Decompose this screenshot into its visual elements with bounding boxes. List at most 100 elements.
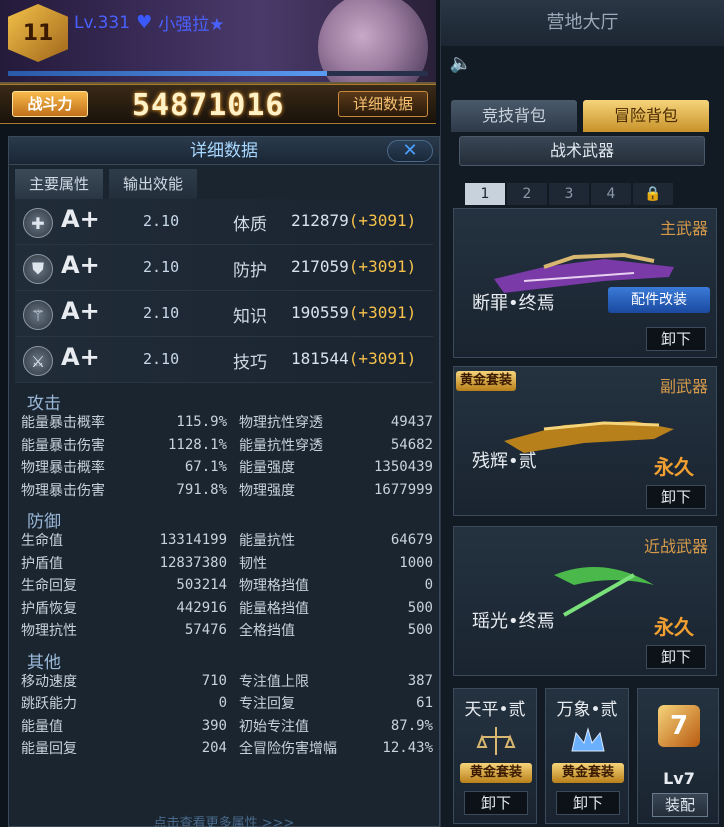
slot-item-name: 万象•贰: [556, 700, 618, 720]
attribute-grade: A+: [61, 251, 100, 279]
stat-value: 1350439: [373, 459, 433, 476]
stat-row: 能量暴击概率 115.9% 物理抗性穿透 49437: [21, 411, 433, 434]
attribute-value: 190559(+3091): [291, 303, 416, 322]
stat-row: 护盾值 12837380 韧性 1000: [21, 552, 433, 575]
attribute-bonus: (+3091): [348, 303, 417, 322]
attribute-grade: A+: [61, 205, 100, 233]
stat-value: 57476: [184, 622, 227, 639]
speaker-icon[interactable]: 🔈: [447, 50, 475, 78]
detail-data-panel: 详细数据 ✕ 主要属性 输出效能 ✚ A+ 2.10 体质 212879(+30…: [8, 136, 440, 827]
stat-value: 500: [407, 622, 433, 639]
detail-tabs: 主要属性 输出效能: [9, 165, 439, 199]
more-attributes-link[interactable]: 点击查看更多属性 >>>: [8, 812, 440, 827]
attribute-row: ⚔ A+ 2.10 技巧 181544(+3091): [15, 337, 433, 383]
attribute-base: 190559: [291, 303, 349, 322]
stat-value: 1128.1%: [167, 436, 227, 453]
gold-set-badge: 黄金套装: [552, 763, 624, 783]
stat-label: 全冒险伤害增幅: [239, 741, 337, 758]
attribute-grade: A+: [61, 343, 100, 371]
player-banner: 11 Lv.331 ♥ 小强拉★: [0, 0, 436, 84]
page-tab-3[interactable]: 3: [549, 183, 589, 205]
rank-badge-number: 11: [22, 20, 54, 46]
secondary-weapon-card[interactable]: 黄金套装 副武器 残辉•贰 永久 卸下: [453, 366, 717, 516]
stat-label: 能量值: [21, 718, 63, 735]
page-tab-1[interactable]: 1: [465, 183, 505, 205]
stat-label: 物理暴击伤害: [21, 482, 105, 499]
stat-value: 390: [201, 717, 227, 734]
plus-circle-icon: ✚: [23, 208, 53, 238]
weapon-name: 断罪•终焉: [472, 293, 555, 314]
stat-value: 61: [416, 695, 433, 712]
level-slot[interactable]: 7 Lv7 装配: [637, 688, 719, 824]
tab-pvp-bag[interactable]: 竞技背包: [451, 100, 577, 132]
stat-label: 全格挡值: [239, 623, 295, 640]
player-info: Lv.331 ♥ 小强拉★: [74, 10, 224, 35]
stat-label: 移动速度: [21, 673, 77, 690]
attribute-grade: A+: [61, 297, 100, 325]
stat-row: 物理暴击概率 67.1% 能量强度 1350439: [21, 456, 433, 479]
slot-item-name: 天平•贰: [464, 700, 526, 720]
stat-label: 生命值: [21, 533, 63, 550]
stat-label: 能量格挡值: [239, 600, 309, 617]
stat-label: 跳跃能力: [21, 696, 77, 713]
primary-weapon-card[interactable]: 主武器 断罪•终焉 配件改装 卸下: [453, 208, 717, 358]
unequip-button[interactable]: 卸下: [556, 791, 620, 815]
stat-value: 64679: [390, 532, 433, 549]
lock-icon: 🔒: [633, 183, 673, 205]
unequip-button[interactable]: 卸下: [646, 485, 706, 509]
section-title: 防御: [27, 512, 61, 532]
equipment-slot[interactable]: 万象•贰 黄金套装 卸下: [545, 688, 629, 824]
attribute-name: 防护: [233, 261, 267, 281]
stat-row: 物理暴击伤害 791.8% 物理强度 1677999: [21, 479, 433, 502]
tab-output-efficiency[interactable]: 输出效能: [109, 169, 198, 199]
tactical-weapon-button[interactable]: 战术武器: [459, 136, 705, 166]
weapon-type-label: 近战武器: [643, 537, 708, 556]
stat-label: 物理格挡值: [239, 578, 309, 595]
stat-label: 能量抗性: [239, 533, 295, 550]
melee-weapon-card[interactable]: 近战武器 瑶光•终焉 永久 卸下: [453, 526, 717, 676]
stat-label: 物理抗性穿透: [239, 415, 323, 432]
stat-value: 87.9%: [390, 717, 433, 734]
stat-label: 韧性: [239, 555, 267, 572]
stat-grid: 生命值 13314199 能量抗性 64679 护盾值 12837380 韧性 1000 生命回…: [21, 529, 433, 642]
magic-wand-icon: ⚚: [23, 300, 53, 330]
attribute-bonus: (+3091): [348, 257, 417, 276]
libra-icon: [476, 727, 516, 755]
level-text: Lv7: [663, 769, 695, 788]
stat-label: 物理抗性: [21, 623, 77, 640]
page-tab-4[interactable]: 4: [591, 183, 631, 205]
stat-value: 12837380: [159, 554, 227, 571]
stat-value: 0: [218, 695, 227, 712]
unequip-button[interactable]: 卸下: [646, 327, 706, 351]
attribute-row: ✚ A+ 2.10 体质 212879(+3091): [15, 199, 433, 245]
attachment-mod-button[interactable]: 配件改装: [608, 287, 710, 313]
unequip-button[interactable]: 卸下: [646, 645, 706, 669]
attribute-multiplier: 2.10: [143, 350, 180, 368]
stat-value: 12.43%: [382, 740, 433, 757]
attribute-name: 知识: [233, 307, 267, 327]
tab-adventure-bag[interactable]: 冒险背包: [583, 100, 709, 132]
attribute-list: ✚ A+ 2.10 体质 212879(+3091) ⛊ A+ 2.10 防护 …: [9, 199, 439, 383]
close-button[interactable]: ✕: [387, 140, 433, 162]
stat-value: 710: [201, 672, 227, 689]
permanent-label: 永久: [654, 455, 694, 479]
equipment-slot[interactable]: 天平•贰 黄金套装 卸下: [453, 688, 537, 824]
attribute-multiplier: 2.10: [143, 304, 180, 322]
attribute-bonus: (+3091): [348, 349, 417, 368]
stat-value: 503214: [176, 577, 227, 594]
stat-grid: 能量暴击概率 115.9% 物理抗性穿透 49437 能量暴击伤害 1128.1% 能量抗性…: [21, 411, 433, 501]
attribute-multiplier: 2.10: [143, 258, 180, 276]
stat-label: 能量暴击伤害: [21, 437, 105, 454]
combat-power-bar: 战斗力 54871016 详细数据: [0, 84, 436, 124]
stat-row: 能量值 390 初始专注值 87.9%: [21, 715, 433, 738]
detail-data-button[interactable]: 详细数据: [338, 91, 428, 117]
unequip-button[interactable]: 卸下: [464, 791, 528, 815]
page-tab-2[interactable]: 2: [507, 183, 547, 205]
stat-row: 生命值 13314199 能量抗性 64679: [21, 529, 433, 552]
tab-main-attributes[interactable]: 主要属性: [15, 169, 104, 199]
stat-value: 54682: [390, 436, 433, 453]
equip-button[interactable]: 装配: [652, 793, 708, 817]
detail-panel-header: 详细数据 ✕: [9, 137, 439, 165]
attribute-value: 217059(+3091): [291, 257, 416, 276]
stat-row: 能量回复 204 全冒险伤害增幅 12.43%: [21, 737, 433, 760]
